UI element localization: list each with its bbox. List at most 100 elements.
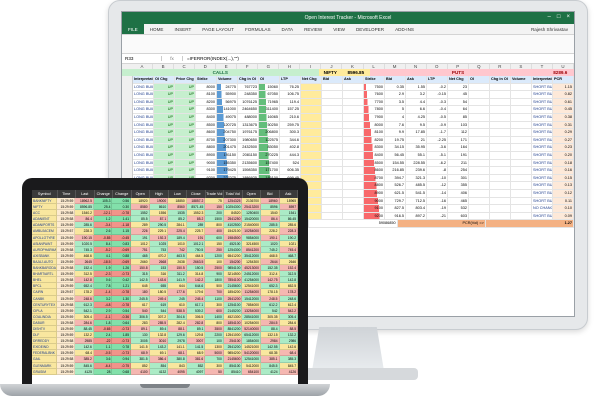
table-cell[interactable]: LONG BUILDUP (133, 113, 154, 122)
table-cell[interactable] (322, 159, 343, 168)
table-cell[interactable] (511, 174, 532, 183)
close-icon[interactable]: × (566, 14, 570, 20)
column-title[interactable]: Bid (385, 76, 406, 84)
table-cell[interactable]: 0.12 (553, 189, 574, 198)
table-cell[interactable]: 355 (448, 182, 469, 190)
table-cell[interactable]: 2081150 (238, 151, 259, 160)
table-cell[interactable]: 0.15 (553, 174, 574, 183)
column-title[interactable]: Open Interest (243, 190, 261, 204)
maximize-icon[interactable]: □ (557, 14, 561, 20)
column-title[interactable]: Chg in OI (238, 76, 259, 84)
table-cell[interactable]: UP (154, 144, 175, 152)
table-cell[interactable] (322, 189, 343, 198)
table-cell[interactable] (301, 159, 322, 168)
table-cell[interactable]: 112 (448, 129, 469, 137)
table-cell[interactable]: SHORT BUILDUP (532, 174, 553, 183)
table-cell[interactable] (343, 136, 364, 145)
table-cell[interactable]: UP (175, 83, 196, 92)
table-cell[interactable]: 8100 (364, 129, 385, 137)
table-cell[interactable] (322, 121, 343, 130)
column-title[interactable]: Change % (113, 190, 132, 204)
table-cell[interactable]: 8600 (196, 129, 217, 137)
table-cell[interactable]: 8400 (364, 151, 385, 160)
table-cell[interactable]: SHORT BUILDUP (532, 129, 553, 137)
table-cell[interactable]: LONG BUILDUP (133, 98, 154, 107)
table-cell[interactable]: 248350 (238, 91, 259, 99)
column-title[interactable]: Net Chg (448, 76, 469, 84)
table-cell[interactable]: LONG BUILDUP (133, 83, 154, 92)
table-cell[interactable] (343, 212, 364, 221)
column-title[interactable]: Last (76, 190, 95, 198)
table-cell[interactable]: -0.3 (427, 98, 448, 107)
table-cell[interactable] (301, 113, 322, 122)
table-cell[interactable]: 1976175 (238, 129, 259, 137)
table-cell[interactable]: -5.1 (427, 151, 448, 160)
table-cell[interactable]: 56.45 (385, 151, 406, 160)
table-cell[interactable]: 7.6 (385, 121, 406, 130)
table-cell[interactable] (490, 189, 511, 198)
column-title[interactable]: OI (469, 76, 490, 84)
table-cell[interactable]: -2.25 (427, 136, 448, 145)
table-cell[interactable]: 206800 (259, 129, 280, 137)
table-cell[interactable]: 9.9 (385, 129, 406, 137)
table-cell[interactable] (511, 113, 532, 122)
table-cell[interactable]: 21 (406, 136, 427, 145)
table-cell[interactable] (490, 182, 511, 190)
table-cell[interactable]: UP (175, 144, 196, 152)
table-cell[interactable]: 8800 (196, 144, 217, 152)
table-cell[interactable] (343, 182, 364, 190)
table-cell[interactable] (490, 159, 511, 168)
table-cell[interactable]: 55.1 (406, 151, 427, 160)
table-cell[interactable] (511, 197, 532, 206)
table-cell[interactable]: 606.35 (280, 167, 301, 175)
table-cell[interactable] (322, 212, 343, 221)
table-cell[interactable]: 897.2 (406, 212, 427, 221)
table-cell[interactable]: 0.10 (553, 205, 574, 213)
table-cell[interactable] (469, 212, 490, 221)
table-cell[interactable] (490, 174, 511, 183)
ribbon-tab[interactable]: DEVELOPER (356, 27, 384, 32)
table-cell[interactable] (301, 83, 322, 92)
table-cell[interactable]: 8800 (364, 182, 385, 190)
table-cell[interactable]: -16 (427, 197, 448, 206)
table-cell[interactable]: 1313675 (238, 121, 259, 130)
table-cell[interactable] (322, 167, 343, 175)
table-cell[interactable]: SHORT BUILDUP (532, 212, 553, 221)
table-cell[interactable]: 524 (280, 159, 301, 168)
table-cell[interactable]: LONG BUILDUP (133, 106, 154, 114)
table-cell[interactable] (322, 98, 343, 107)
table-cell[interactable]: 8400 (196, 113, 217, 122)
table-cell[interactable]: 191150 (217, 151, 238, 160)
table-cell[interactable]: 8300 (364, 144, 385, 152)
table-cell[interactable] (322, 129, 343, 137)
table-cell[interactable]: UP (154, 167, 175, 175)
table-cell[interactable]: -21 (427, 212, 448, 221)
table-cell[interactable]: UP (175, 167, 196, 175)
table-cell[interactable] (343, 83, 364, 92)
table-cell[interactable]: 6.6 (406, 106, 427, 114)
table-cell[interactable]: 8900 (364, 189, 385, 198)
table-cell[interactable]: 28 (93, 368, 113, 375)
table-cell[interactable]: 8500 (196, 121, 217, 130)
user-name[interactable]: Rajesh Shrivastav (531, 27, 568, 32)
file-tab[interactable]: FILE (122, 24, 144, 34)
table-cell[interactable] (511, 212, 532, 221)
table-cell[interactable]: 15:29:59 (56, 368, 76, 375)
table-cell[interactable]: 35.95 (406, 144, 427, 152)
column-title[interactable]: Ask (343, 76, 364, 84)
table-cell[interactable] (301, 98, 322, 107)
table-cell[interactable] (343, 121, 364, 130)
table-cell[interactable]: 50250 (259, 121, 280, 130)
table-cell[interactable] (301, 121, 322, 130)
table-cell[interactable]: 8700 (196, 136, 217, 145)
table-cell[interactable] (511, 136, 532, 145)
table-cell[interactable]: 1076125 (238, 98, 259, 107)
table-cell[interactable] (469, 129, 490, 137)
table-cell[interactable]: 394.7 (385, 174, 406, 183)
table-cell[interactable]: 1598350 (238, 167, 259, 175)
table-cell[interactable] (511, 106, 532, 114)
table-cell[interactable]: -19 (427, 205, 448, 213)
column-title[interactable]: LTP (280, 76, 301, 84)
table-cell[interactable]: 7500 (364, 83, 385, 92)
table-cell[interactable]: SHORT BUILDUP (532, 91, 553, 99)
